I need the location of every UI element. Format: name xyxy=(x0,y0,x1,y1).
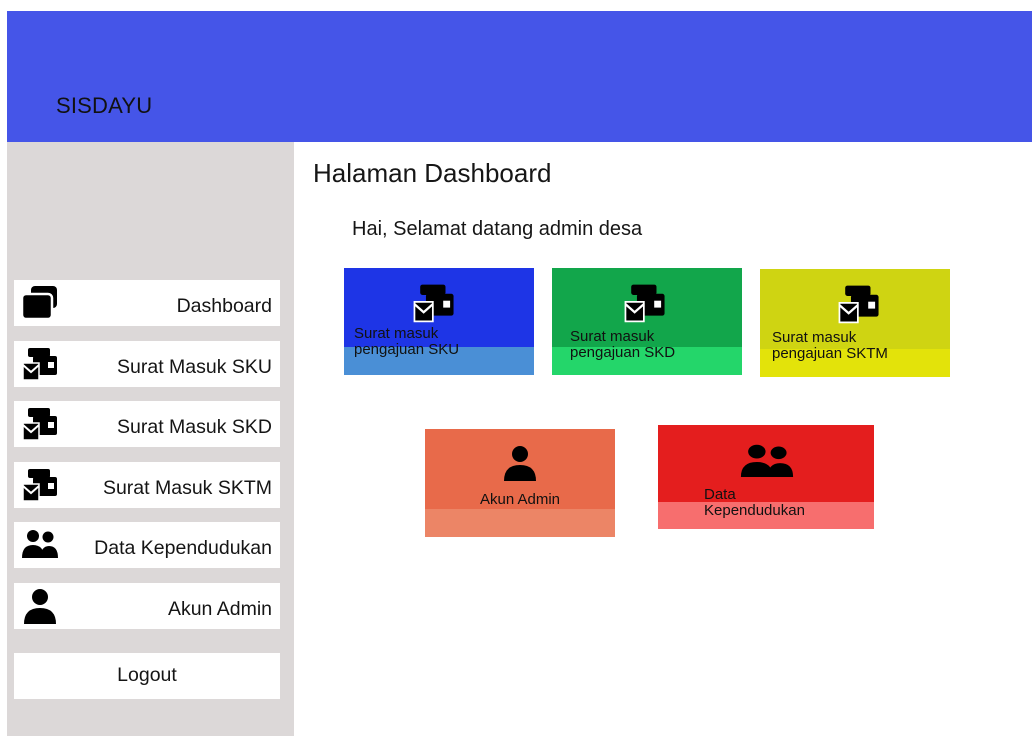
card-surat-masuk-sku[interactable]: Surat masuk pengajuan SKU xyxy=(344,268,534,375)
card-label-line1: Data xyxy=(704,486,736,503)
mail-wallet-icon xyxy=(413,284,454,323)
card-label-line1: Surat masuk xyxy=(772,329,857,346)
users-icon xyxy=(22,530,58,558)
card-surat-masuk-skd[interactable]: Surat masuk pengajuan SKD xyxy=(552,268,742,375)
mail-wallet-icon xyxy=(624,284,665,323)
mail-wallet-icon xyxy=(22,408,57,441)
sidebar-item-data-kependudukan[interactable]: Data Kependudukan xyxy=(14,522,280,568)
welcome-message: Hai, Selamat datang admin desa xyxy=(352,218,643,240)
card-label-line2: pengajuan SKD xyxy=(570,344,676,361)
card-band xyxy=(425,509,615,537)
user-icon xyxy=(504,446,536,481)
sidebar-item-label: Akun Admin xyxy=(167,598,272,620)
card-surat-masuk-sktm[interactable]: Surat masuk pengajuan SKTM xyxy=(760,269,950,377)
sidebar-item-akun-admin[interactable]: Akun Admin xyxy=(14,583,280,629)
card-label-line2: pengajuan SKU xyxy=(354,341,460,358)
sidebar-item-label: Surat Masuk SKD xyxy=(117,416,272,438)
sidebar-item-surat-masuk-sku[interactable]: Surat Masuk SKU xyxy=(14,341,280,387)
mail-wallet-icon xyxy=(22,469,57,502)
sidebar-item-dashboard[interactable]: Dashboard xyxy=(14,280,280,326)
card-label-line1: Surat masuk xyxy=(570,328,655,345)
header-bar xyxy=(7,11,1032,142)
page-title: Halaman Dashboard xyxy=(313,158,552,188)
card-label-line1: Akun Admin xyxy=(479,491,561,508)
card-label-line2: Kependudukan xyxy=(704,502,805,519)
logout-label: Logout xyxy=(117,664,177,686)
sidebar-item-label: Dashboard xyxy=(176,295,272,317)
sidebar: Dashboard Surat Masuk SKU Surat Masuk SK… xyxy=(7,142,294,736)
sidebar-item-label: Surat Masuk SKU xyxy=(117,356,272,378)
app-title: SISDAYU xyxy=(56,93,153,118)
sidebar-item-label: Data Kependudukan xyxy=(94,537,272,559)
sidebar-item-surat-masuk-skd[interactable]: Surat Masuk SKD xyxy=(14,401,280,447)
user-icon xyxy=(24,589,56,624)
mail-wallet-icon xyxy=(838,285,879,324)
card-akun-admin[interactable]: Akun Admin xyxy=(425,429,615,537)
dashboard-icon xyxy=(20,286,57,321)
card-label-line2: pengajuan SKTM xyxy=(772,345,888,362)
mail-wallet-icon xyxy=(22,348,57,381)
card-label-line1: Surat masuk xyxy=(354,325,439,342)
users-icon xyxy=(740,444,794,477)
logout-button[interactable]: Logout xyxy=(14,653,280,699)
card-data-kependudukan[interactable]: Data Kependudukan xyxy=(658,425,874,529)
sidebar-item-label: Surat Masuk SKTM xyxy=(102,477,272,499)
sidebar-item-surat-masuk-sktm[interactable]: Surat Masuk SKTM xyxy=(14,462,280,508)
